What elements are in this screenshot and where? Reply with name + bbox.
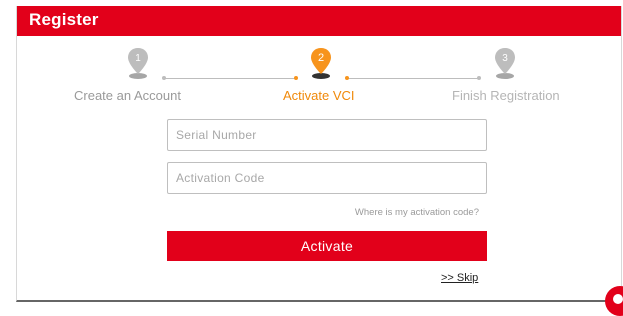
step-2-pin-icon: 2	[311, 48, 331, 79]
step-1-number: 1	[135, 53, 141, 64]
step-2-label: Activate VCI	[283, 88, 355, 103]
step-1-pin-icon: 1	[128, 48, 148, 79]
skip-link[interactable]: >> Skip	[441, 272, 478, 284]
step-connector-dot	[345, 76, 349, 80]
step-2-number: 2	[318, 52, 324, 64]
activate-button[interactable]: Activate	[167, 231, 487, 261]
step-connector-dot	[477, 76, 481, 80]
step-connector-dot	[162, 76, 166, 80]
register-dialog: Register 1 2 3 Create an Account Activat…	[16, 6, 622, 302]
activation-code-input[interactable]	[167, 162, 487, 194]
title-bar: Register	[17, 6, 621, 36]
step-connector-dot	[294, 76, 298, 80]
step-connector-2	[347, 78, 479, 79]
step-connector-1	[164, 78, 296, 79]
corner-badge-icon	[605, 286, 623, 316]
step-1-label: Create an Account	[74, 88, 181, 103]
step-3-pin-icon: 3	[495, 48, 515, 79]
step-3-number: 3	[502, 53, 508, 64]
registration-stepper: 1 2 3 Create an Account Activate VCI Fin…	[17, 48, 621, 110]
window-title: Register	[29, 10, 99, 29]
step-3-label: Finish Registration	[452, 88, 560, 103]
serial-number-input[interactable]	[167, 119, 487, 151]
activation-code-help-link[interactable]: Where is my activation code?	[337, 207, 479, 218]
